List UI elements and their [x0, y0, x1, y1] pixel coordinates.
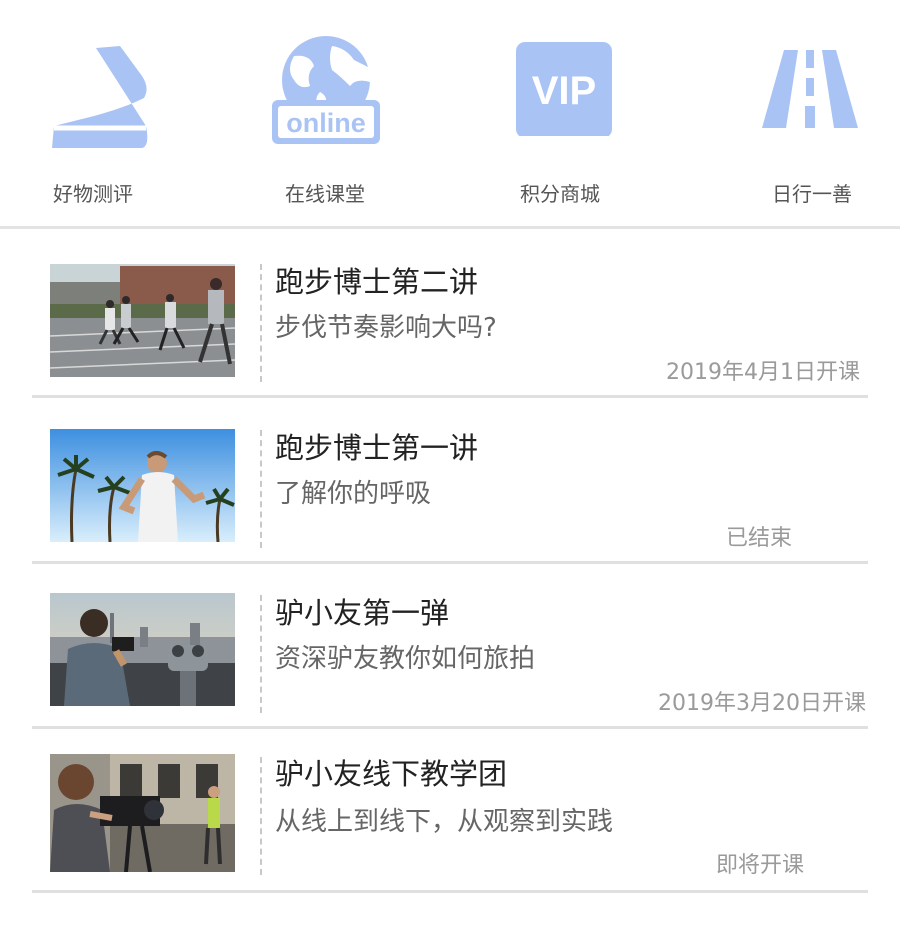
- runners-photo: [50, 264, 235, 377]
- category-nav: 好物测评 online 在线课堂 VIP 积分商城 日行一善: [0, 0, 900, 226]
- vip-icon: VIP: [516, 42, 612, 136]
- dashed-divider: [260, 757, 262, 875]
- course-status: 2019年4月1日开课: [666, 360, 860, 385]
- dashed-divider: [260, 430, 262, 548]
- course-subtitle: 从线上到线下，从观察到实践: [275, 807, 614, 837]
- section-divider: [0, 226, 900, 229]
- nav-label: 在线课堂: [285, 182, 365, 206]
- road-icon: [762, 50, 858, 128]
- course-subtitle: 资深驴友教你如何旅拍: [275, 644, 536, 674]
- nav-item-online-class[interactable]: online 在线课堂: [230, 0, 430, 226]
- course-title: 驴小友线下教学团: [275, 757, 508, 791]
- course-status: 已结束: [725, 526, 792, 551]
- course-item[interactable]: 驴小友线下教学团 从线上到线下，从观察到实践 即将开课: [32, 727, 868, 893]
- runner-palms-photo: [50, 429, 235, 542]
- course-subtitle: 了解你的呼吸: [275, 479, 432, 509]
- nav-label: 积分商城: [520, 182, 600, 206]
- camera-crew-photo: [50, 754, 235, 872]
- globe-online-icon: online: [272, 36, 380, 144]
- nav-label: 日行一善: [772, 182, 852, 206]
- nav-item-product-review[interactable]: 好物测评: [0, 0, 200, 226]
- course-status: 即将开课: [715, 853, 804, 878]
- course-item[interactable]: 驴小友第一弹 资深驴友教你如何旅拍 2019年3月20日开课: [32, 563, 868, 729]
- online-badge-text: online: [286, 108, 366, 138]
- dashed-divider: [260, 595, 262, 713]
- course-title: 驴小友第一弹: [275, 596, 450, 630]
- nav-label: 好物测评: [53, 182, 133, 206]
- nav-item-daily-good-deed[interactable]: 日行一善: [700, 0, 900, 226]
- course-title: 跑步博士第一讲: [275, 431, 479, 465]
- course-title: 跑步博士第二讲: [275, 265, 479, 299]
- course-item[interactable]: 跑步博士第二讲 步伐节奏影响大吗? 2019年4月1日开课: [32, 232, 868, 398]
- nav-item-points-mall[interactable]: VIP 积分商城: [470, 0, 670, 226]
- course-status: 2019年3月20日开课: [658, 691, 866, 716]
- vip-badge-text: VIP: [532, 69, 596, 113]
- dashed-divider: [260, 264, 262, 382]
- course-subtitle: 步伐节奏影响大吗?: [275, 313, 497, 343]
- sneaker-icon: [52, 46, 148, 148]
- course-item[interactable]: 跑步博士第一讲 了解你的呼吸 已结束: [32, 398, 868, 564]
- city-photographer-photo: [50, 593, 235, 706]
